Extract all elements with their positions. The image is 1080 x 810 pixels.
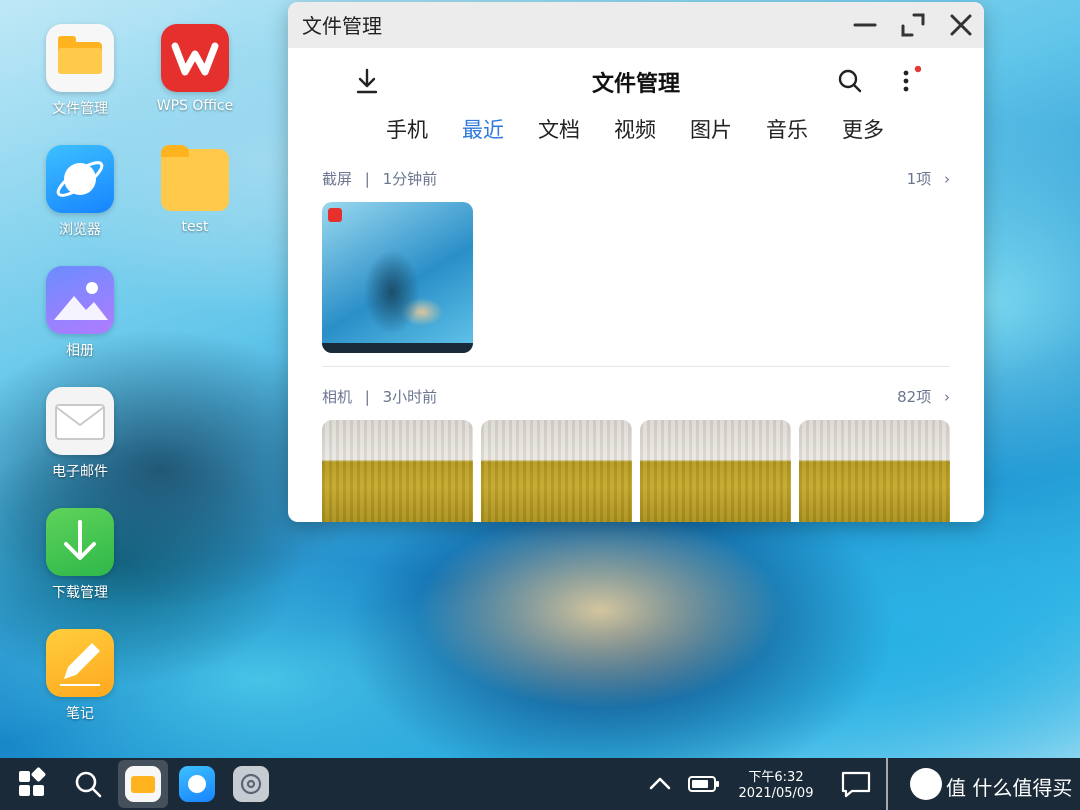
folder-icon [161, 145, 229, 213]
section-count[interactable]: 1项 › [907, 168, 950, 189]
camera-photo-thumbnail[interactable] [322, 420, 473, 522]
desktop-icon-label: 电子邮件 [52, 464, 108, 480]
tab-phone[interactable]: 手机 [386, 114, 462, 144]
category-tabs: 手机 最近 文档 视频 图片 音乐 更多 [386, 114, 918, 144]
more-menu-icon[interactable] [891, 65, 922, 96]
camera-photo-thumbnail[interactable] [481, 420, 632, 522]
desktop-folder-test[interactable]: test [140, 145, 250, 235]
close-button[interactable] [946, 10, 976, 40]
section-separator: | [364, 170, 370, 188]
tab-videos[interactable]: 视频 [614, 114, 690, 144]
notification-center-icon[interactable] [838, 766, 874, 802]
window-title: 文件管理 [302, 14, 382, 38]
start-menu-icon[interactable] [14, 766, 50, 802]
desktop-icon-download-manager[interactable]: 下载管理 [25, 508, 135, 602]
mini-taskbar [322, 343, 473, 353]
taskbar-browser-icon[interactable] [179, 766, 215, 802]
notes-app-icon [46, 629, 114, 697]
section-name: 截屏 [322, 170, 353, 188]
wps-badge-icon [328, 208, 342, 222]
taskbar-time[interactable]: 下午6:32 [736, 766, 816, 785]
tab-documents[interactable]: 文档 [538, 114, 614, 144]
window-titlebar[interactable]: 文件管理 [288, 2, 984, 48]
section-divider [322, 366, 950, 367]
desktop-icon-file-manager[interactable]: 文件管理 [25, 24, 135, 118]
file-manager-app-icon [46, 24, 114, 92]
tab-more[interactable]: 更多 [842, 114, 918, 144]
maximize-button[interactable] [898, 10, 928, 40]
desktop-icon-browser[interactable]: 浏览器 [25, 145, 135, 239]
search-icon[interactable] [835, 66, 865, 96]
desktop-icon-wps-office[interactable]: WPS Office [140, 24, 250, 114]
desktop-icon-label: test [181, 219, 209, 235]
desktop-icon-label: 浏览器 [59, 222, 101, 238]
chevron-right-icon: › [944, 388, 950, 406]
download-app-icon [46, 508, 114, 576]
wps-app-icon [161, 24, 229, 92]
desktop-icon-email[interactable]: 电子邮件 [25, 387, 135, 481]
section-name: 相机 [322, 388, 353, 406]
desktop-icon-label: 笔记 [66, 706, 94, 722]
section-separator: | [364, 388, 370, 406]
camera-photo-thumbnail[interactable] [640, 420, 791, 522]
camera-photo-thumbnail[interactable] [799, 420, 950, 522]
app-header: 文件管理 [288, 48, 984, 110]
screenshot-thumbnail[interactable] [322, 202, 473, 353]
battery-icon[interactable] [686, 766, 722, 802]
desktop-icon-notes[interactable]: 笔记 [25, 629, 135, 723]
file-manager-window: 文件管理 文件管理 手机 最近 文档 视频 图片 音乐 更多 截屏 | 1分钟前… [288, 2, 984, 522]
taskbar-file-manager-icon[interactable] [125, 766, 161, 802]
section-header-screenshots[interactable]: 截屏 | 1分钟前 1项 › [322, 168, 950, 189]
taskbar-divider [886, 758, 888, 810]
desktop-icon-label: WPS Office [156, 98, 234, 114]
taskbar-settings-icon[interactable] [233, 766, 269, 802]
chevron-right-icon: › [944, 170, 950, 188]
watermark-logo-icon [910, 768, 942, 800]
desktop-icon-label: 相册 [66, 343, 94, 359]
gallery-app-icon [46, 266, 114, 334]
section-time: 1分钟前 [382, 170, 438, 188]
section-count[interactable]: 82项 › [897, 386, 950, 407]
taskbar-date[interactable]: 2021/05/09 [732, 786, 820, 801]
taskbar-search-icon[interactable] [70, 766, 106, 802]
section-time: 3小时前 [382, 388, 438, 406]
email-app-icon [46, 387, 114, 455]
section-header-camera[interactable]: 相机 | 3小时前 82项 › [322, 386, 950, 407]
tab-music[interactable]: 音乐 [766, 114, 842, 144]
tab-recent[interactable]: 最近 [462, 114, 538, 144]
desktop-icon-label: 下载管理 [52, 585, 108, 601]
desktop-icon-gallery[interactable]: 相册 [25, 266, 135, 360]
app-title: 文件管理 [591, 72, 680, 97]
browser-app-icon [46, 145, 114, 213]
watermark-text: 值 什么值得买 [946, 776, 1073, 800]
minimize-button[interactable] [850, 10, 880, 40]
desktop-icon-label: 文件管理 [52, 101, 108, 117]
chevron-up-icon[interactable] [642, 766, 678, 802]
taskbar: 下午6:32 2021/05/09 值 什么值得买 [0, 758, 1080, 810]
tab-images[interactable]: 图片 [690, 114, 766, 144]
